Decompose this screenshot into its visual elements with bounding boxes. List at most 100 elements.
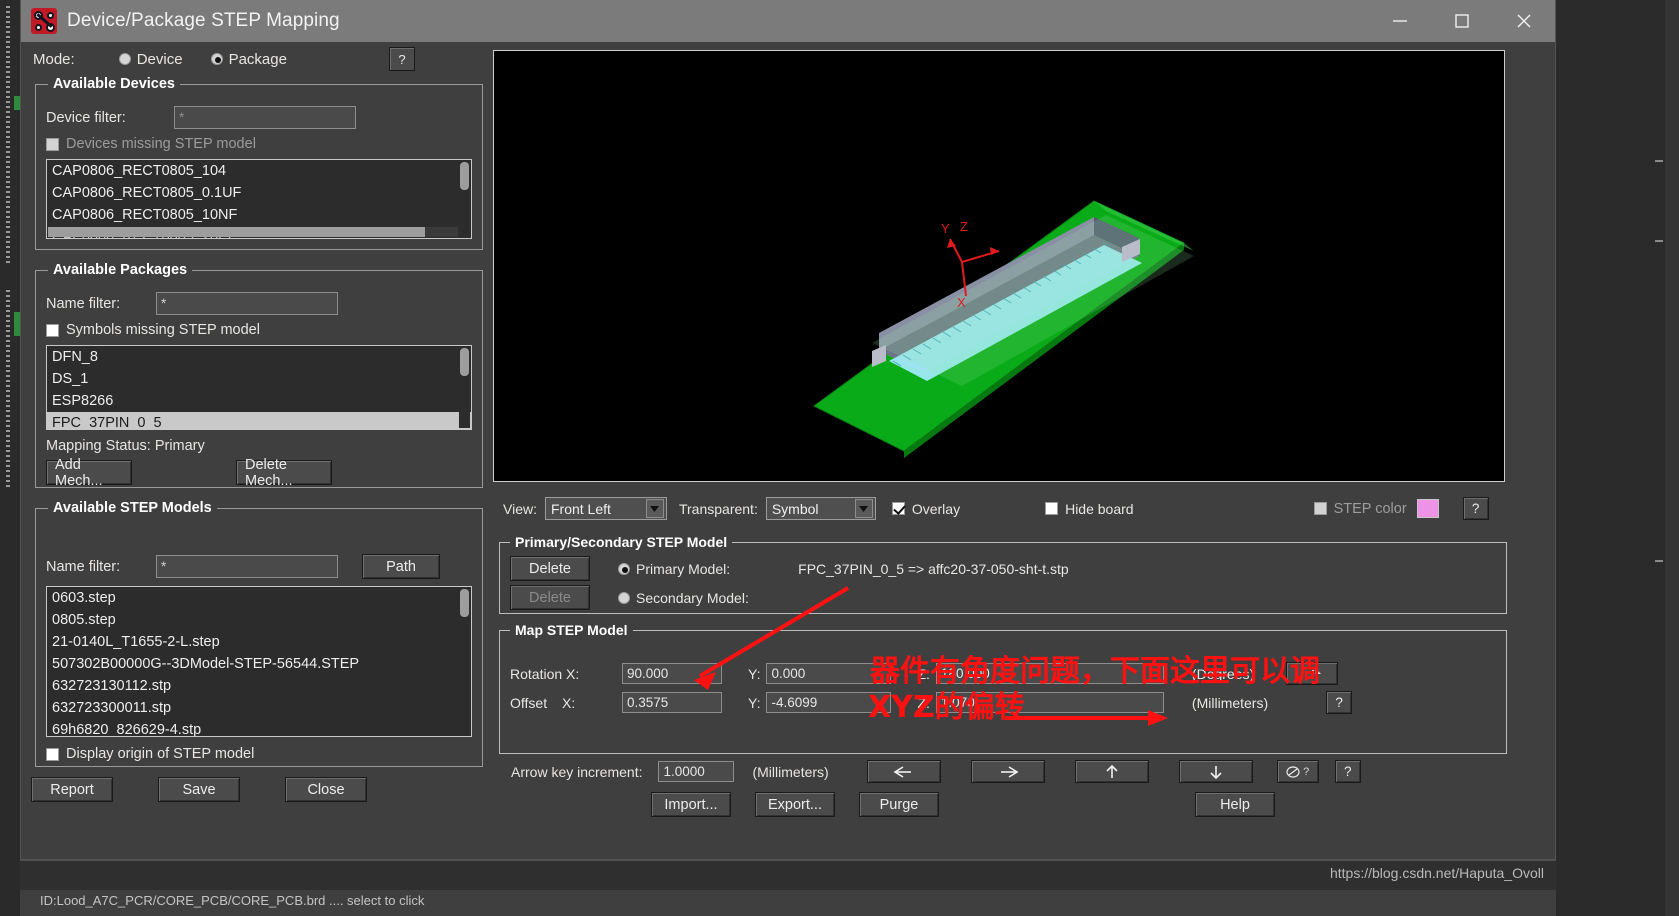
list-item-selected[interactable]: FPC_37PIN_0_5 xyxy=(47,412,471,429)
available-packages-legend: Available Packages xyxy=(53,262,188,278)
close-button[interactable]: Close xyxy=(285,777,367,802)
report-button[interactable]: Report xyxy=(31,777,113,802)
list-item[interactable]: 0805.step xyxy=(47,609,471,631)
mode-row: Mode: Device Package ? xyxy=(21,42,491,76)
arrow-increment-row: Arrow key increment: 1.0000 (Millimeters… xyxy=(511,760,1361,783)
rotate-help-icon[interactable]: ? xyxy=(1276,760,1319,783)
path-button[interactable]: Path xyxy=(362,554,440,579)
radio-label-device: Device xyxy=(136,50,183,68)
delete-secondary-button[interactable]: Delete xyxy=(510,585,590,610)
available-devices-list[interactable]: CAP0806_RECT0805_104 CAP0806_RECT0805_0.… xyxy=(46,159,472,239)
application-root: Device/Package STEP Mapping Mode: Device… xyxy=(0,0,1679,916)
arrow-increment-units: (Millimeters) xyxy=(752,763,829,780)
available-step-models-list[interactable]: 0603.step 0805.step 21-0140L_T1655-2-L.s… xyxy=(46,586,472,737)
devices-list-hscrollbar[interactable] xyxy=(48,227,458,237)
status-bar: https://blog.csdn.net/Haputa_Ovoll xyxy=(20,860,1556,890)
radio-dot-device xyxy=(118,53,131,65)
offset-z-input[interactable]: 1.070 xyxy=(935,692,1164,713)
list-item[interactable]: 69h6820_826629-4.stp xyxy=(47,719,471,736)
list-item[interactable]: 632723130112.stp xyxy=(47,675,471,697)
save-button[interactable]: Save xyxy=(158,777,240,802)
add-mech-button[interactable]: Add Mech... xyxy=(46,457,132,489)
help-button[interactable]: Help xyxy=(1195,792,1275,817)
checkbox-box xyxy=(46,747,59,761)
package-filter-input[interactable]: * xyxy=(156,292,338,315)
rotation-x-input[interactable]: 90.000 xyxy=(622,663,722,684)
symbols-missing-step-checkbox[interactable]: Symbols missing STEP model xyxy=(46,322,472,338)
right-tick xyxy=(1655,240,1663,242)
pick-origin-icon[interactable] xyxy=(1286,662,1339,685)
step-models-list-vscrollbar[interactable] xyxy=(459,588,470,735)
ruler-dots xyxy=(6,6,10,266)
available-packages-list[interactable]: DFN_8 DS_1 ESP8266 FPC_37PIN_0_5 xyxy=(46,345,472,430)
list-item[interactable]: 507302B00000G--3DModel-STEP-56544.STEP xyxy=(47,653,471,675)
list-item[interactable]: 632723300011.stp xyxy=(47,697,471,719)
radio-mode-device[interactable]: Device xyxy=(118,50,183,68)
list-item[interactable]: DFN_8 xyxy=(47,346,471,368)
delete-primary-button[interactable]: Delete xyxy=(510,556,590,581)
transparent-label: Transparent: xyxy=(678,500,758,517)
step-color-label: STEP color xyxy=(1333,500,1407,517)
overlay-checkbox[interactable]: Overlay xyxy=(891,501,960,517)
map-help-button[interactable]: ? xyxy=(1326,691,1353,714)
checkbox-box xyxy=(891,502,905,515)
transparent-select[interactable]: Symbol xyxy=(765,497,876,520)
map-step-model-group: Map STEP Model Rotation X: 90.000 Y: 0.0… xyxy=(499,622,1507,754)
list-item[interactable]: 0603.step xyxy=(47,587,471,609)
radio-secondary-model[interactable]: Secondary Model: xyxy=(618,590,749,606)
display-origin-checkbox[interactable]: Display origin of STEP model xyxy=(46,746,472,762)
rotation-y-input[interactable]: 0.000 xyxy=(766,663,892,684)
step-color-checkbox[interactable]: STEP color xyxy=(1313,500,1407,517)
list-item[interactable]: 21-0140L_T1655-2-L.step xyxy=(47,631,471,653)
rotation-z-input[interactable]: 180.000 xyxy=(935,663,1164,684)
view-help-button[interactable]: ? xyxy=(1462,497,1489,520)
export-button[interactable]: Export... xyxy=(755,792,835,817)
list-item[interactable]: CAP0806_RECT0805_0.1UF xyxy=(47,182,471,204)
rotate-help-qmark: ? xyxy=(1303,765,1310,778)
primary-secondary-group: Primary/Secondary STEP Model Delete Prim… xyxy=(499,534,1507,614)
desktop-left-strip xyxy=(0,0,21,916)
hide-board-checkbox[interactable]: Hide board xyxy=(1045,501,1134,517)
rotation-x-label: Rotation X: xyxy=(510,665,580,682)
primary-secondary-legend: Primary/Secondary STEP Model xyxy=(515,534,728,550)
checkbox-box xyxy=(46,323,59,337)
purge-button[interactable]: Purge xyxy=(859,792,939,817)
arrow-help-button[interactable]: ? xyxy=(1334,760,1361,783)
arrow-down-icon[interactable] xyxy=(1178,760,1253,783)
arrow-increment-input[interactable]: 1.0000 xyxy=(658,761,735,782)
device-filter-input[interactable]: * xyxy=(174,106,356,129)
mode-help-button[interactable]: ? xyxy=(389,47,415,71)
offset-y-label: Y: xyxy=(748,694,761,711)
close-icon[interactable] xyxy=(1493,0,1555,42)
packages-list-vscrollbar[interactable] xyxy=(459,347,470,428)
minimize-icon[interactable] xyxy=(1369,0,1431,42)
chevron-down-icon xyxy=(854,499,873,518)
devices-list-vscrollbar[interactable] xyxy=(459,161,470,237)
import-button[interactable]: Import... xyxy=(651,792,731,817)
window-title: Device/Package STEP Mapping xyxy=(67,10,340,31)
list-item[interactable]: CAP0806_RECT0805_104 xyxy=(47,160,471,182)
list-item[interactable]: DS_1 xyxy=(47,368,471,390)
arrow-left-icon[interactable] xyxy=(866,760,941,783)
right-tick xyxy=(1655,160,1663,162)
checkbox-box xyxy=(1313,502,1327,515)
devices-missing-step-checkbox[interactable]: Devices missing STEP model xyxy=(46,136,472,152)
offset-units: (Millimeters) xyxy=(1191,694,1269,711)
offset-y-input[interactable]: -4.6099 xyxy=(766,692,892,713)
maximize-icon[interactable] xyxy=(1431,0,1493,42)
mapping-status: Mapping Status: Primary xyxy=(46,438,205,454)
checkbox-box xyxy=(1045,502,1059,515)
arrow-right-icon[interactable] xyxy=(970,760,1045,783)
step-color-swatch[interactable] xyxy=(1416,499,1439,518)
list-item[interactable]: ESP8266 xyxy=(47,390,471,412)
radio-primary-model[interactable]: Primary Model: xyxy=(618,561,730,577)
offset-x-input[interactable]: 0.3575 xyxy=(622,692,722,713)
3d-viewport[interactable]: Y Z X xyxy=(493,50,1505,482)
arrow-up-icon[interactable] xyxy=(1074,760,1149,783)
step-filter-input[interactable]: * xyxy=(156,555,338,578)
view-select[interactable]: Front Left xyxy=(544,497,667,520)
radio-mode-package[interactable]: Package xyxy=(210,51,287,68)
delete-mech-button[interactable]: Delete Mech... xyxy=(236,457,332,489)
svg-text:Y: Y xyxy=(941,221,950,236)
list-item[interactable]: CAP0806_RECT0805_10NF xyxy=(47,204,471,226)
